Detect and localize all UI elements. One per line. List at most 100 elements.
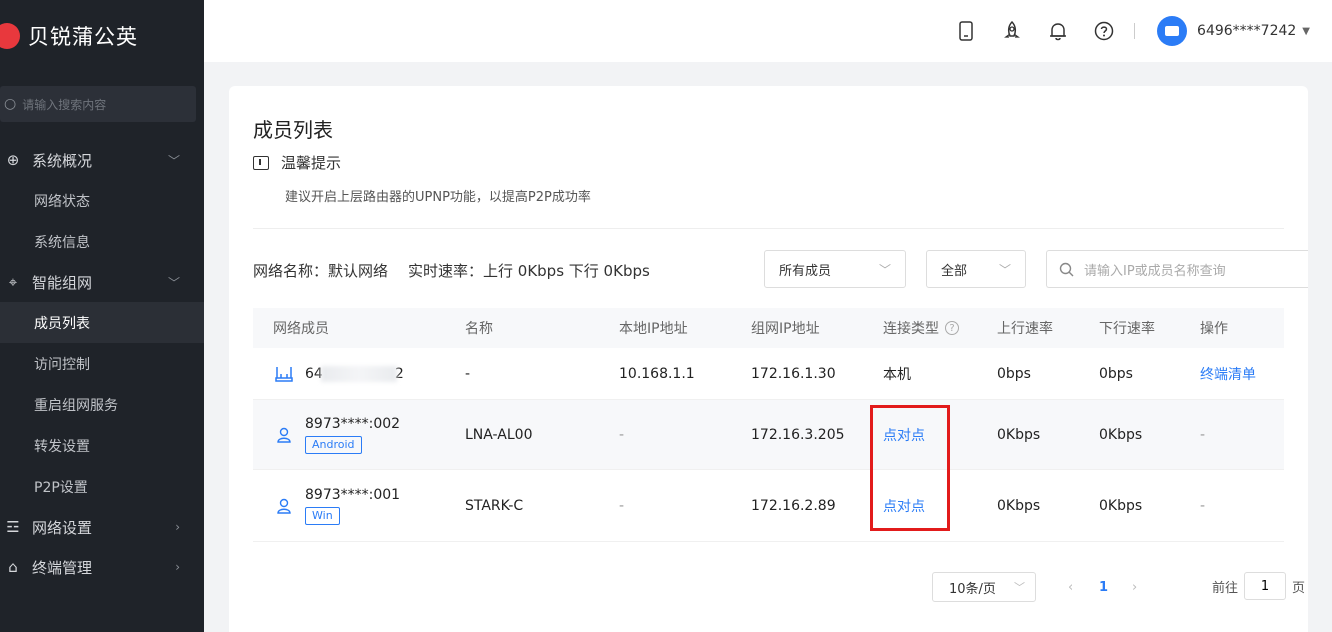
current-page[interactable]: 1 xyxy=(1099,572,1108,602)
chevron-down-icon: ﹀ xyxy=(878,262,891,277)
router-icon xyxy=(275,366,293,382)
cell-download: 0Kbps xyxy=(1099,497,1143,514)
cell-vpn-ip: 172.16.1.30 xyxy=(751,365,836,382)
search-icon: ○ xyxy=(4,96,17,112)
terminal-list-link[interactable]: 终端清单 xyxy=(1200,348,1256,399)
mobile-icon[interactable] xyxy=(956,21,976,41)
network-icon: ⌖ xyxy=(8,273,18,291)
col-vpn-ip: 组网IP地址 xyxy=(751,321,820,337)
col-download: 下行速率 xyxy=(1099,321,1155,337)
nav-group-overview[interactable]: ⊕ 系统概况 ﹀ xyxy=(0,140,204,180)
header-divider xyxy=(1134,23,1136,39)
tip-text: 建议开启上层路由器的UPNP功能，以提高P2P成功率 xyxy=(285,190,591,205)
cell-member: 8973****:001 Win xyxy=(275,470,400,541)
page-size-select[interactable]: 10条/页 ﹀ xyxy=(932,572,1036,602)
table-row: 64 2 - 10.168.1.1 172.16.1.30 本机 0bps 0bp… xyxy=(253,348,1284,400)
col-upload: 上行速率 xyxy=(997,321,1053,337)
member-id: 8973****:001 xyxy=(305,486,401,503)
sidebar-item-forwarding[interactable]: 转发设置 xyxy=(0,425,204,466)
os-badge: Android xyxy=(305,435,362,454)
nav-group-label: 终端管理 xyxy=(32,558,93,577)
goto-label: 前往 xyxy=(1212,580,1239,596)
type-filter-select[interactable]: 全部 ﹀ xyxy=(926,250,1026,288)
sidebar-item-system-info[interactable]: 系统信息 xyxy=(0,221,204,262)
logo[interactable]: 贝锐蒲公英 xyxy=(0,0,204,72)
cell-name: LNA-AL00 xyxy=(465,426,533,443)
page-size-value: 10条/页 xyxy=(949,581,996,597)
chevron-down-icon: ﹀ xyxy=(167,153,180,168)
cell-vpn-ip: 172.16.2.89 xyxy=(751,497,836,514)
nav-group-network-settings[interactable]: ☲ 网络设置 › xyxy=(0,507,204,547)
username[interactable]: 6496****7242 xyxy=(1197,23,1296,39)
col-action: 操作 xyxy=(1200,321,1228,337)
col-member: 网络成员 xyxy=(273,321,329,337)
wallet-icon xyxy=(1165,26,1180,36)
chevron-right-icon: › xyxy=(175,560,180,574)
member-filter-select[interactable]: 所有成员 ﹀ xyxy=(764,250,906,288)
table-row: 8973****:001 Win STARK-C - 172.16.2.89 点… xyxy=(253,470,1284,542)
col-conn-type-label: 连接类型 xyxy=(883,321,939,337)
nav-group-terminal-mgmt[interactable]: ⌂ 终端管理 › xyxy=(0,547,204,587)
nav-group-smart-network[interactable]: ⌖ 智能组网 ﹀ xyxy=(0,262,204,302)
member-id: 8973****:002 xyxy=(305,415,401,432)
page-unit-label: 页 xyxy=(1292,580,1306,596)
sidebar-search-placeholder: 请输入搜索内容 xyxy=(22,97,107,112)
network-name: 网络名称：默认网络 xyxy=(253,262,389,280)
tip-title: 温馨提示 xyxy=(281,154,342,172)
user-icon xyxy=(275,427,293,443)
caret-down-icon[interactable]: ▼ xyxy=(1302,26,1310,37)
rocket-icon[interactable] xyxy=(1002,21,1022,41)
devices-icon: ⌂ xyxy=(8,558,18,576)
col-name: 名称 xyxy=(465,321,493,337)
next-page-button[interactable]: › xyxy=(1132,572,1137,602)
goto-page-input[interactable] xyxy=(1244,572,1287,600)
os-badge: Win xyxy=(305,506,340,525)
cell-action: - xyxy=(1200,426,1206,443)
brand-name: 贝锐蒲公英 xyxy=(28,25,138,49)
type-filter-value: 全部 xyxy=(941,263,968,279)
chevron-down-icon: ﹀ xyxy=(998,262,1011,277)
info-icon xyxy=(253,155,269,170)
cell-local-ip: - xyxy=(619,497,625,514)
divider xyxy=(253,228,1284,229)
table-row: 8973****:002 Android LNA-AL00 - 172.16.3… xyxy=(253,400,1284,470)
member-filter-value: 所有成员 xyxy=(779,263,832,279)
avatar[interactable] xyxy=(1157,16,1188,46)
search-icon xyxy=(1059,262,1074,276)
help-icon[interactable]: ? xyxy=(945,321,959,335)
chevron-down-icon: ﹀ xyxy=(167,275,180,290)
cell-upload: 0Kbps xyxy=(997,426,1041,443)
member-search-input[interactable]: 请输入IP或成员名称查询 xyxy=(1046,250,1308,288)
sidebar-item-network-status[interactable]: 网络状态 xyxy=(0,180,204,221)
cell-upload: 0bps xyxy=(997,365,1031,382)
col-local-ip: 本地IP地址 xyxy=(619,321,688,337)
sidebar-item-restart-service[interactable]: 重启组网服务 xyxy=(0,384,204,425)
goto-page: 前往 页 xyxy=(1212,572,1305,600)
cell-download: 0bps xyxy=(1099,365,1133,382)
cell-download: 0Kbps xyxy=(1099,426,1143,443)
member-info: 8973****:002 Android xyxy=(305,416,400,454)
cell-conn-type: 本机 xyxy=(883,366,911,383)
bell-icon[interactable] xyxy=(1048,21,1068,41)
globe-icon: ⊕ xyxy=(6,151,20,169)
chevron-left-icon: ‹ xyxy=(1068,579,1074,595)
sidebar-item-access-control[interactable]: 访问控制 xyxy=(0,343,204,384)
sliders-icon: ☲ xyxy=(6,518,20,536)
sidebar-item-member-list[interactable]: 成员列表 xyxy=(0,302,204,343)
main-card: 成员列表 温馨提示 建议开启上层路由器的UPNP功能，以提高P2P成功率 网络名… xyxy=(229,86,1308,632)
chevron-right-icon: › xyxy=(1132,579,1138,595)
highlight-box xyxy=(870,405,950,531)
sidebar-nav: ⊕ 系统概况 ﹀ 网络状态 系统信息 ⌖ 智能组网 ﹀ 成员列表 访问控制 重启… xyxy=(0,140,204,587)
prev-page-button[interactable]: ‹ xyxy=(1068,572,1073,602)
cell-local-ip: 10.168.1.1 xyxy=(619,365,695,382)
page-title: 成员列表 xyxy=(253,118,333,142)
sidebar-search-input[interactable]: ○ 请输入搜索内容 xyxy=(0,86,196,122)
user-icon xyxy=(275,498,293,514)
sidebar-item-p2p[interactable]: P2P设置 xyxy=(0,466,204,507)
member-id: 64 2 xyxy=(305,365,404,382)
cell-member: 64 2 xyxy=(275,348,404,399)
help-icon[interactable] xyxy=(1094,21,1114,41)
realtime-speed: 实时速率：上行 0Kbps 下行 0Kbps xyxy=(408,262,650,280)
redacted-text xyxy=(320,365,397,382)
cell-action: - xyxy=(1200,497,1206,514)
